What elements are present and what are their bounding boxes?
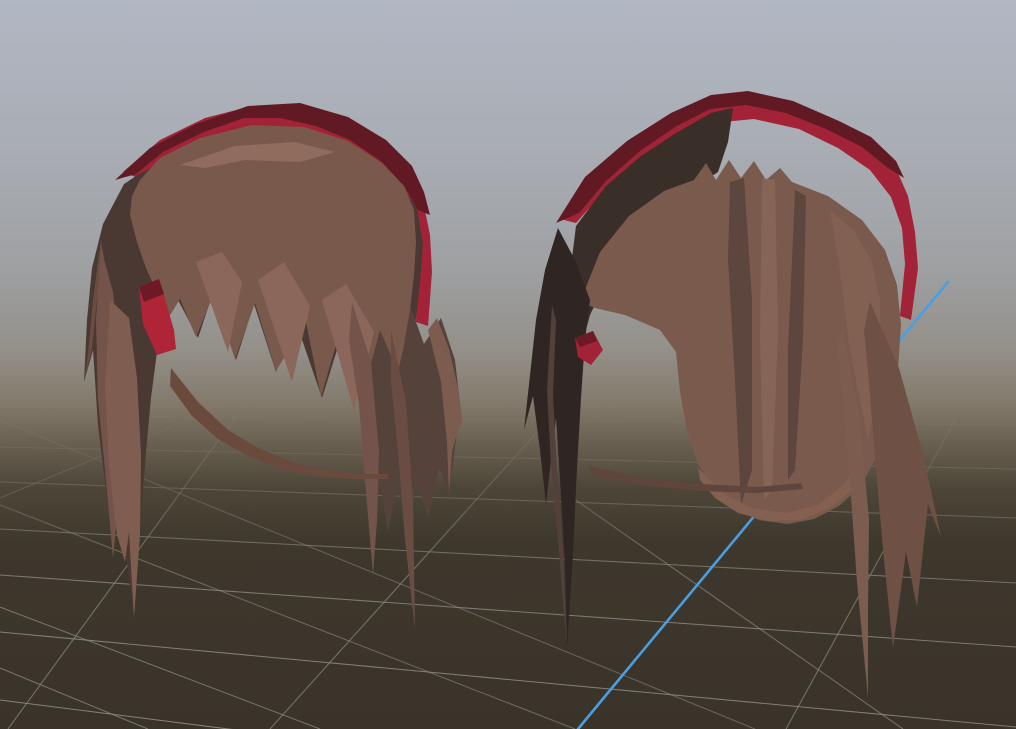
- hair-model-right[interactable]: [524, 91, 941, 698]
- grid-line: [0, 505, 575, 729]
- viewport-3d[interactable]: [0, 0, 1016, 729]
- grid-line: [0, 360, 332, 498]
- scene-svg[interactable]: [0, 0, 1016, 729]
- grid-line: [0, 700, 1016, 729]
- hair-strand[interactable]: [864, 302, 941, 648]
- hair-strand[interactable]: [524, 228, 590, 647]
- grid-line: [0, 607, 320, 729]
- grid-line: [0, 668, 148, 729]
